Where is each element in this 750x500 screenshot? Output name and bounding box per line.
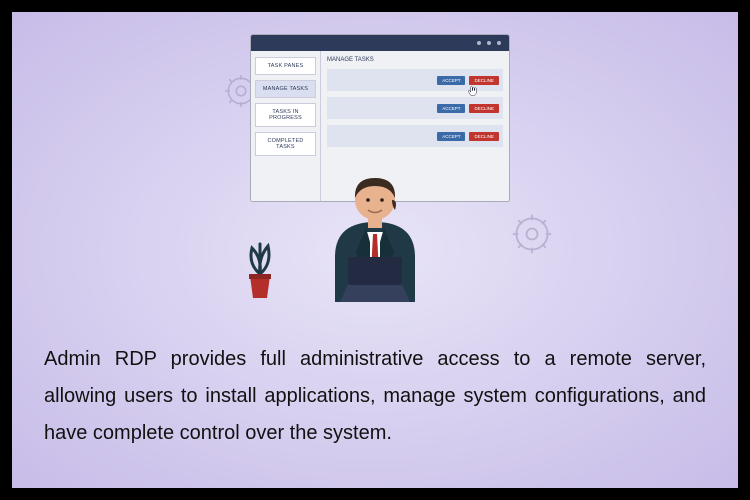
window-titlebar — [251, 35, 509, 51]
window-control-dot — [487, 41, 491, 45]
sidebar-item-tasks-in-progress[interactable]: TASKS IN PROGRESS — [255, 103, 316, 127]
sidebar-item-completed-tasks[interactable]: COMPLETED TASKS — [255, 132, 316, 156]
cursor-hand-icon — [467, 85, 479, 97]
gear-icon — [510, 212, 554, 256]
plant-icon — [240, 240, 280, 300]
task-row: ACCEPT DECLINE — [327, 125, 503, 147]
decline-button[interactable]: DECLINE — [469, 132, 499, 141]
task-row: ACCEPT DECLINE — [327, 97, 503, 119]
illustration-card: TASK PANES MANAGE TASKS TASKS IN PROGRES… — [12, 12, 738, 488]
sidebar-item-task-panes[interactable]: TASK PANES — [255, 57, 316, 75]
panel-title: MANAGE TASKS — [327, 57, 503, 63]
window-control-dot — [497, 41, 501, 45]
accept-button[interactable]: ACCEPT — [437, 132, 465, 141]
sidebar-item-manage-tasks[interactable]: MANAGE TASKS — [255, 80, 316, 98]
accept-button[interactable]: ACCEPT — [437, 76, 465, 85]
task-row: ACCEPT DECLINE — [327, 69, 503, 91]
accept-button[interactable]: ACCEPT — [437, 104, 465, 113]
person-at-laptop — [280, 162, 470, 302]
decline-button[interactable]: DECLINE — [469, 104, 499, 113]
caption-text: Admin RDP provides full administrative a… — [44, 341, 706, 452]
window-control-dot — [477, 41, 481, 45]
decline-button[interactable]: DECLINE — [469, 76, 499, 85]
